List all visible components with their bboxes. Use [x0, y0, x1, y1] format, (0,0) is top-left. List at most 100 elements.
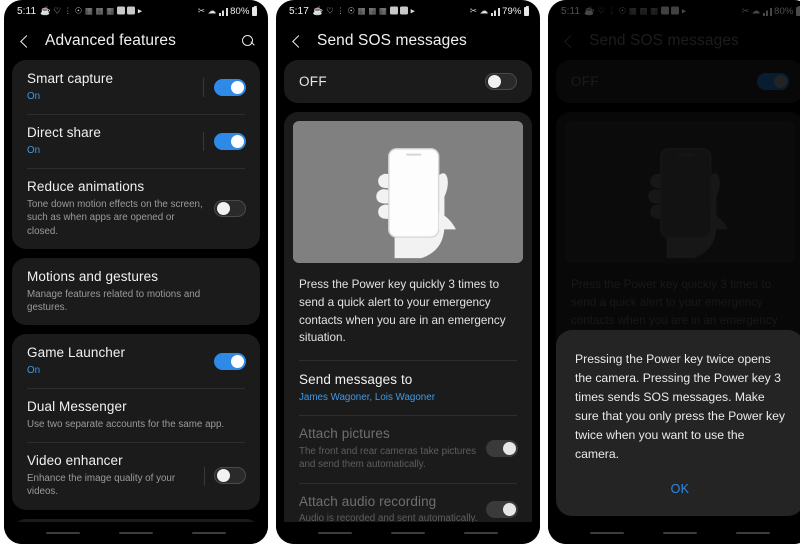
- image-icon: [389, 6, 398, 15]
- back-button[interactable]: [192, 531, 227, 535]
- toggle-video-enhancer[interactable]: [204, 467, 246, 487]
- phone-panel-sos-dialog: 5:11 ☕ ♡ ⋮ ☉ ▦ ▦ ▦ ▸ ✂ ☁ 80%: [548, 0, 800, 544]
- list-item-status: On: [27, 144, 41, 156]
- status-icon-group: ☕ ♡ ⋮ ☉ ▦ ▦ ▦ ▸: [312, 5, 470, 16]
- list-item-label: Direct share: [27, 125, 101, 141]
- toggle-knob: [488, 75, 501, 88]
- status-time: 5:17: [289, 5, 309, 17]
- app-icon: [400, 6, 409, 15]
- list-item-label: Video enhancer: [27, 453, 123, 469]
- toggle-knob: [503, 442, 516, 456]
- toggle-direct-share[interactable]: [203, 131, 246, 151]
- vibrate-off-icon: ✂: [197, 5, 206, 16]
- list-item-reduce-animations[interactable]: Reduce animations Tone down motion effec…: [12, 168, 260, 249]
- phone-panel-send-sos: 5:17 ☕ ♡ ⋮ ☉ ▦ ▦ ▦ ▸ ✂ ☁ 79% Send SOS me…: [276, 0, 540, 544]
- page-title: Send SOS messages: [317, 32, 467, 49]
- calendar-icon: ▦: [357, 5, 366, 16]
- sos-detail-card: Press the Power key quickly 3 times to s…: [284, 112, 532, 537]
- row-text: Game Launcher On: [27, 345, 214, 377]
- list-item-label: Dual Messenger: [27, 399, 127, 415]
- battery-icon: [252, 5, 257, 16]
- list-item-label: Reduce animations: [27, 179, 145, 195]
- toggle-send-sos[interactable]: [485, 73, 517, 90]
- phone-panel-advanced-features: 5:11 ☕ ♡ ⋮ ☉ ▦ ▦ ▦ ▸ ✂ ☁ 80% Advanced fe…: [4, 0, 268, 544]
- status-right-group: ✂ ☁ 79%: [469, 5, 529, 17]
- row-text: Dual Messenger Use two separate accounts…: [27, 399, 246, 431]
- navigation-bar: [4, 522, 268, 544]
- screen-advanced-features: 5:11 ☕ ♡ ⋮ ☉ ▦ ▦ ▦ ▸ ✂ ☁ 80% Advanced fe…: [4, 0, 268, 544]
- status-time: 5:11: [17, 5, 37, 17]
- list-item-video-enhancer[interactable]: Video enhancer Enhance the image quality…: [12, 442, 260, 509]
- list-item-label: Motions and gestures: [27, 268, 159, 284]
- battery-percent: 79%: [502, 5, 522, 17]
- home-button[interactable]: [390, 531, 425, 535]
- navigation-bar: [276, 522, 540, 544]
- list-item-description: Use two separate accounts for the same a…: [27, 419, 225, 430]
- row-text: Smart capture On: [27, 71, 214, 103]
- flag-icon: ▸: [137, 5, 143, 16]
- toggle-knob: [503, 503, 516, 517]
- list-item-description: Tone down motion effects on the screen, …: [27, 199, 203, 237]
- status-icon-group: ☕ ♡ ⋮ ☉ ▦ ▦ ▦ ▸: [40, 5, 198, 16]
- list-item-smart-capture[interactable]: Smart capture On: [12, 60, 260, 114]
- navigation-bar: [548, 522, 800, 544]
- row-text: Attach audio recording Audio is recorded…: [299, 494, 486, 526]
- home-button[interactable]: [662, 531, 697, 535]
- settings-card: Motions and gestures Manage features rel…: [12, 257, 260, 326]
- toggle-knob: [231, 134, 244, 148]
- list-item-motions-and-gestures[interactable]: Motions and gestures Manage features rel…: [12, 258, 260, 325]
- coffee-icon: ☕: [312, 5, 324, 16]
- list-item-direct-share[interactable]: Direct share On: [12, 114, 260, 168]
- dialog-message: Pressing the Power key twice opens the c…: [575, 351, 786, 461]
- row-text: Motions and gestures Manage features rel…: [27, 269, 246, 314]
- back-arrow-icon[interactable]: [289, 33, 305, 49]
- power-key-info-dialog: Pressing the Power key twice opens the c…: [556, 329, 800, 516]
- calendar-icon: ▦: [95, 5, 104, 16]
- recents-button[interactable]: [589, 531, 624, 535]
- list-item-label: Attach audio recording: [299, 493, 437, 509]
- list-item-game-launcher[interactable]: Game Launcher On: [12, 334, 260, 388]
- master-switch-row[interactable]: OFF: [284, 60, 532, 103]
- recents-button[interactable]: [45, 531, 80, 535]
- recents-button[interactable]: [317, 531, 352, 535]
- do-not-disturb-icon: ⋮: [336, 5, 345, 16]
- list-item-label: Smart capture: [27, 71, 114, 86]
- toggle-attach-pictures[interactable]: [486, 440, 518, 458]
- status-right-group: ✂ ☁ 80%: [197, 5, 257, 17]
- row-text: Attach pictures The front and rear camer…: [299, 426, 486, 471]
- list-item-description: Enhance the image quality of your videos…: [27, 473, 176, 498]
- list-item-description: The front and rear cameras take pictures…: [299, 446, 476, 471]
- heart-icon: ♡: [326, 5, 334, 16]
- signal-icon: [490, 6, 500, 16]
- screen-send-sos: 5:17 ☕ ♡ ⋮ ☉ ▦ ▦ ▦ ▸ ✂ ☁ 79% Send SOS me…: [276, 0, 540, 544]
- wifi-icon: ☁: [479, 5, 489, 16]
- list-item-send-messages-to[interactable]: Send messages to James Wagoner, Lois Wag…: [284, 361, 532, 415]
- vibrate-off-icon: ✂: [469, 5, 478, 16]
- back-arrow-icon[interactable]: [17, 33, 33, 49]
- screenshot-stage: 5:11 ☕ ♡ ⋮ ☉ ▦ ▦ ▦ ▸ ✂ ☁ 80% Advanced fe…: [0, 0, 800, 544]
- list-item-label: Attach pictures: [299, 426, 390, 442]
- search-icon[interactable]: [240, 33, 256, 49]
- master-switch-label: OFF: [299, 74, 327, 89]
- app-icon: [127, 6, 136, 15]
- back-button[interactable]: [464, 531, 499, 535]
- toggle-reduce-animations[interactable]: [214, 199, 246, 217]
- dialog-actions: OK: [575, 464, 785, 506]
- toggle-attach-audio-recording[interactable]: [486, 501, 518, 519]
- sos-description: Press the Power key quickly 3 times to s…: [299, 278, 506, 345]
- battery-percent: 80%: [230, 5, 250, 17]
- list-item-status: On: [27, 364, 41, 376]
- home-button[interactable]: [118, 531, 153, 535]
- list-item-description: Manage features related to motions and g…: [27, 288, 201, 313]
- list-item-dual-messenger[interactable]: Dual Messenger Use two separate accounts…: [12, 388, 260, 442]
- list-item-attach-pictures[interactable]: Attach pictures The front and rear camer…: [284, 415, 532, 482]
- status-bar: 5:11 ☕ ♡ ⋮ ☉ ▦ ▦ ▦ ▸ ✂ ☁ 80%: [4, 0, 268, 22]
- signal-icon: [218, 6, 228, 16]
- back-button[interactable]: [736, 531, 771, 535]
- toggle-game-launcher[interactable]: [214, 352, 246, 370]
- toggle-smart-capture[interactable]: [203, 77, 246, 97]
- toggle-knob: [231, 354, 244, 368]
- row-text: Reduce animations Tone down motion effec…: [27, 179, 214, 238]
- ok-button[interactable]: OK: [647, 478, 714, 500]
- flag-icon: ▸: [410, 5, 415, 16]
